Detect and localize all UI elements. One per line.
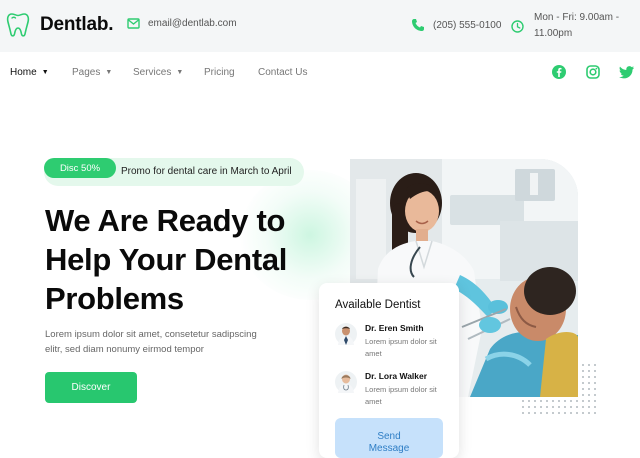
brand-logo[interactable]: Dentlab.	[6, 12, 114, 38]
hours-line-1: Mon - Fri: 9.00am -	[534, 12, 620, 23]
available-dentist-card: Available Dentist Dr. Eren Smith Lorem i…	[319, 283, 459, 458]
twitter-icon[interactable]	[619, 64, 635, 80]
card-title: Available Dentist	[335, 299, 421, 311]
nav-item-home[interactable]: Home ▼	[10, 67, 49, 78]
nav-item-services[interactable]: Services ▼	[133, 67, 183, 78]
hero-title-line-1: We Are Ready to	[45, 203, 286, 238]
promo-banner: Disc 50% Promo for dental care in March …	[44, 158, 304, 186]
nav-label: Services	[133, 67, 172, 78]
contact-phone[interactable]: (205) 555-0100	[411, 18, 501, 32]
send-message-line-1: Send	[377, 430, 401, 442]
mail-icon	[127, 18, 140, 29]
top-bar: Dentlab. email@dentlab.com (205) 555-010…	[0, 0, 640, 52]
nav-item-pages[interactable]: Pages ▼	[72, 67, 112, 78]
chevron-down-icon: ▼	[41, 69, 49, 76]
hero-subtitle: Lorem ipsum dolor sit amet, consetetur s…	[45, 327, 275, 357]
doctor-name: Dr. Lora Walker	[365, 371, 428, 381]
doctor-info: Lorem ipsum dolor sit amet	[365, 337, 437, 358]
send-message-button[interactable]: Send Message	[335, 418, 443, 458]
nav-label: Pricing	[204, 67, 235, 78]
hours-line-2: 11.00pm	[534, 28, 573, 39]
brand-name: Dentlab.	[40, 14, 114, 35]
phone-icon	[412, 19, 424, 31]
nav-item-pricing[interactable]: Pricing	[204, 67, 235, 78]
hero-title-line-3: Problems	[45, 281, 184, 316]
chevron-down-icon: ▼	[105, 69, 113, 76]
phone-text: (205) 555-0100	[433, 19, 502, 31]
nav-item-contact[interactable]: Contact Us	[258, 67, 307, 78]
doctor-name: Dr. Eren Smith	[365, 323, 424, 333]
hero-subtitle-line-2: elitr, sed diam nonumy eirmod tempor	[45, 344, 204, 355]
clock-icon	[511, 19, 524, 33]
facebook-icon[interactable]	[551, 64, 567, 80]
main-nav: Home ▼ Pages ▼ Services ▼ Pricing Contac…	[0, 56, 640, 90]
doctor-avatar	[335, 323, 357, 345]
chevron-down-icon: ▼	[176, 69, 184, 76]
opening-hours: Mon - Fri: 9.00am - 11.00pm	[511, 10, 619, 42]
nav-label: Pages	[72, 67, 101, 78]
promo-text: Promo for dental care in March to April	[121, 166, 292, 177]
nav-label: Contact Us	[258, 67, 308, 78]
email-text: email@dentlab.com	[148, 18, 237, 29]
send-message-line-2: Message	[368, 442, 410, 454]
tooth-icon	[6, 13, 30, 37]
hero-title: We Are Ready to Help Your Dental Problem…	[45, 201, 345, 318]
doctor-avatar	[335, 371, 357, 393]
discover-button[interactable]: Discover	[45, 372, 137, 403]
hero-subtitle-line-1: Lorem ipsum dolor sit amet, consetetur s…	[45, 329, 257, 340]
nav-label: Home	[10, 67, 37, 78]
discount-badge: Disc 50%	[44, 158, 116, 178]
doctor-info: Lorem ipsum dolor sit amet	[365, 385, 437, 406]
hero-title-line-2: Help Your Dental	[45, 242, 288, 277]
instagram-icon[interactable]	[585, 64, 601, 80]
contact-email[interactable]: email@dentlab.com	[127, 18, 237, 29]
